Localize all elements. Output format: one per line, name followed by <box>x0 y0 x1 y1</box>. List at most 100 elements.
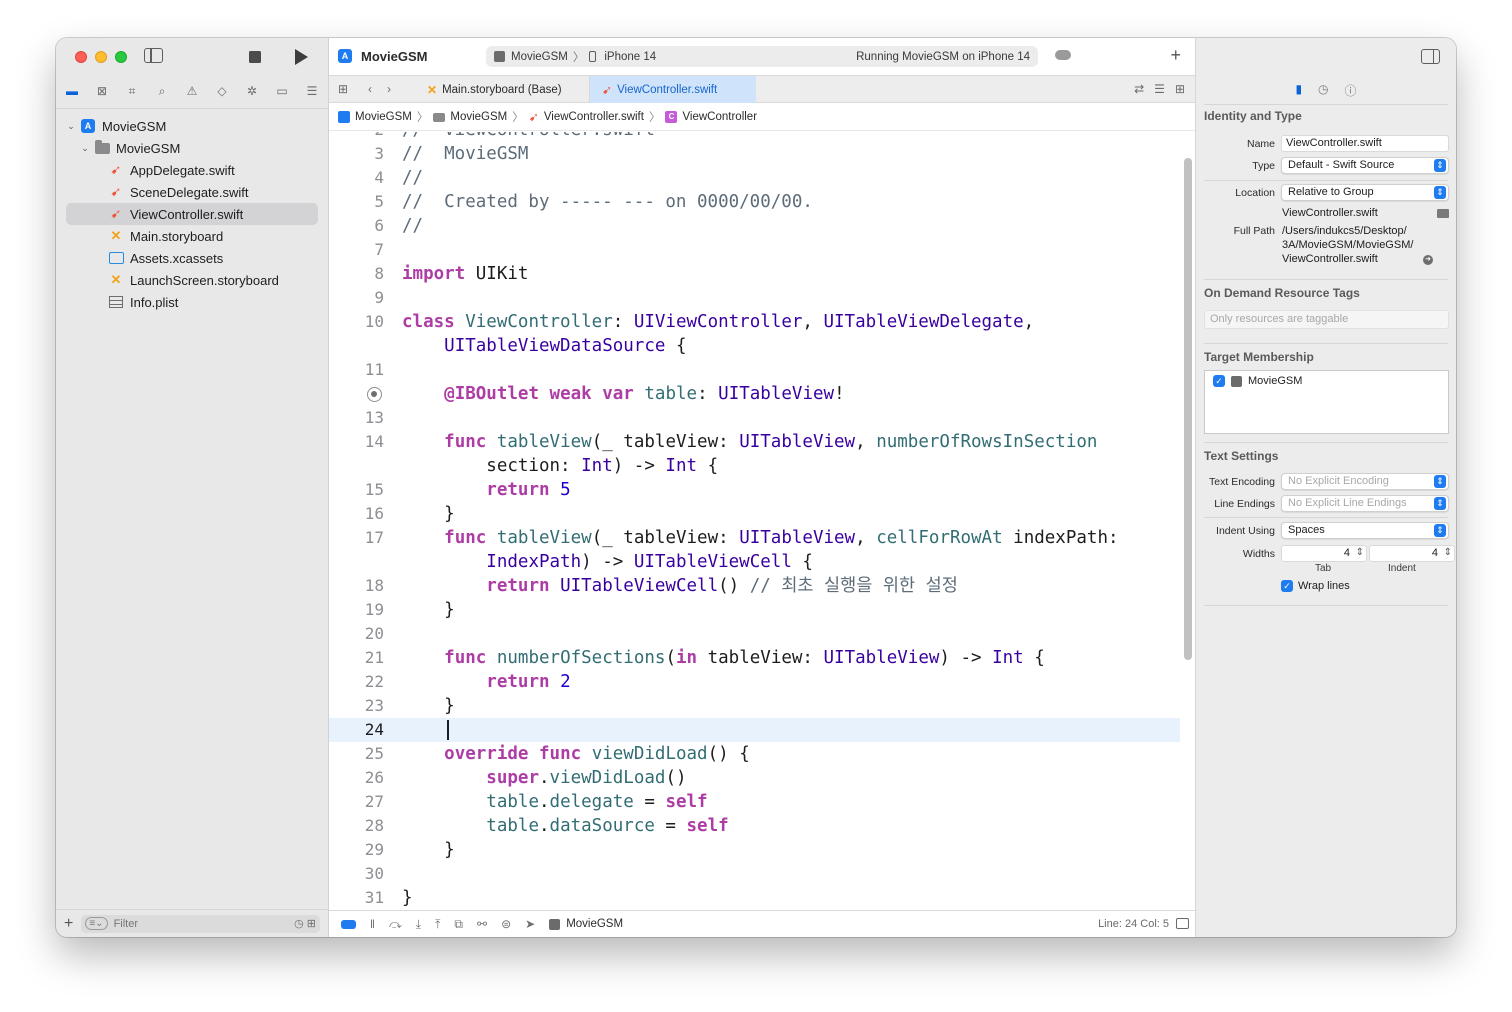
quick-help-icon[interactable]: ⓘ <box>1345 82 1357 99</box>
line-endings-popup[interactable]: No Explicit Line Endings <box>1281 495 1449 512</box>
run-button[interactable] <box>295 49 308 65</box>
breakpoint-navigator-icon[interactable]: ▭ <box>274 83 290 99</box>
tree-item-appdelegate[interactable]: ➹ AppDelegate.swift <box>66 159 318 181</box>
jump-bar-item[interactable]: ViewController.swift <box>544 111 644 123</box>
code-line[interactable]: 4 // <box>329 166 1180 190</box>
tree-item-launchscreen[interactable]: ✕ LaunchScreen.storyboard <box>66 269 318 291</box>
forward-icon[interactable]: › <box>387 82 391 96</box>
filter-field[interactable]: ≡⌄ ◷ ⊞ <box>81 914 320 933</box>
code-line[interactable]: 13 <box>329 406 1180 430</box>
filter-options-icon[interactable]: ≡⌄ <box>85 917 108 930</box>
zoom-button[interactable] <box>115 51 127 63</box>
tab-width-stepper[interactable]: 4 <box>1281 545 1367 562</box>
debug-area-toggle-icon[interactable] <box>341 919 356 929</box>
chevron-down-icon[interactable]: ⌄ <box>66 121 76 132</box>
vertical-scrollbar[interactable] <box>1184 158 1192 660</box>
code-line[interactable]: 27 table.delegate = self <box>329 790 1180 814</box>
code-line[interactable]: 28 table.dataSource = self <box>329 814 1180 838</box>
tree-item-scenedelegate[interactable]: ➹ SceneDelegate.swift <box>66 181 318 203</box>
type-popup[interactable]: Default - Swift Source <box>1281 157 1449 174</box>
code-line[interactable]: 30 <box>329 862 1180 886</box>
resource-tags-field[interactable]: Only resources are taggable <box>1204 310 1449 329</box>
tree-item-folder[interactable]: ⌄ MovieGSM <box>66 137 318 159</box>
code-line[interactable]: @IBOutlet weak var table: UITableView! <box>329 382 1180 406</box>
device-selector[interactable]: iPhone 14 <box>604 51 656 63</box>
wrap-lines-row[interactable]: ✓ Wrap lines <box>1281 580 1350 592</box>
issue-navigator-icon[interactable]: ⚠ <box>184 83 200 99</box>
step-into-icon[interactable]: ⤓ <box>416 917 421 932</box>
code-line[interactable]: 16 } <box>329 502 1180 526</box>
activity-view[interactable]: MovieGSM 〉 iPhone 14 Running MovieGSM on… <box>486 46 1038 67</box>
chevron-down-icon[interactable]: ⌄ <box>80 143 90 154</box>
debug-navigator-icon[interactable]: ✲ <box>244 83 260 99</box>
code-line[interactable]: 26 super.viewDidLoad() <box>329 766 1180 790</box>
folder-icon[interactable] <box>1437 209 1449 218</box>
code-line[interactable]: 19 } <box>329 598 1180 622</box>
recent-files-icon[interactable]: ◷ ⊞ <box>294 917 316 930</box>
target-row[interactable]: ✓ MovieGSM <box>1213 375 1302 387</box>
memory-graph-icon[interactable]: ⚯ <box>477 917 487 931</box>
plus-icon[interactable]: + <box>1170 45 1181 66</box>
jump-bar-item[interactable]: ViewController <box>682 111 757 123</box>
console-toggle-icon[interactable] <box>1176 918 1189 929</box>
history-inspector-icon[interactable]: ◷ <box>1318 82 1328 99</box>
editor-options-icon[interactable]: ☰ <box>1154 82 1165 96</box>
report-navigator-icon[interactable]: ☰ <box>304 83 320 99</box>
location-popup[interactable]: Relative to Group <box>1281 184 1449 201</box>
code-line[interactable]: 29 } <box>329 838 1180 862</box>
navigator-toggle-icon[interactable] <box>144 48 163 63</box>
code-line[interactable]: 10 class ViewController: UIViewController… <box>329 310 1180 334</box>
source-editor[interactable]: 2// ViewController.swift3// MovieGSM4//5… <box>329 132 1180 910</box>
target-checkbox[interactable]: ✓ <box>1213 375 1225 387</box>
wrap-lines-checkbox[interactable]: ✓ <box>1281 580 1293 592</box>
code-line[interactable]: 17 func tableView(_ tableView: UITableVi… <box>329 526 1180 550</box>
step-over-icon[interactable]: ⤼ <box>389 917 402 932</box>
tree-item-viewcontroller[interactable]: ➹ ViewController.swift <box>66 203 318 225</box>
tree-item-infoplist[interactable]: Info.plist <box>66 291 318 313</box>
tab-main-storyboard[interactable]: ✕ Main.storyboard (Base) <box>415 76 590 103</box>
indent-popup[interactable]: Spaces <box>1281 522 1449 539</box>
minimize-button[interactable] <box>95 51 107 63</box>
filter-input[interactable] <box>113 917 289 930</box>
location-icon[interactable]: ➤ <box>525 917 535 931</box>
back-icon[interactable]: ‹ <box>368 82 372 96</box>
close-button[interactable] <box>75 51 87 63</box>
code-line[interactable]: 7 <box>329 238 1180 262</box>
code-line[interactable]: 5 // Created by ----- --- on 0000/00/00. <box>329 190 1180 214</box>
view-hierarchy-icon[interactable]: ⧉ <box>454 917 463 932</box>
tree-item-main-storyboard[interactable]: ✕ Main.storyboard <box>66 225 318 247</box>
jump-bar-item[interactable]: MovieGSM <box>355 111 412 123</box>
name-field[interactable]: ViewController.swift <box>1281 135 1449 152</box>
tree-item-project[interactable]: ⌄ A MovieGSM <box>66 115 318 137</box>
tree-item-assets[interactable]: Assets.xcassets <box>66 247 318 269</box>
code-line[interactable]: 21 func numberOfSections(in tableView: U… <box>329 646 1180 670</box>
debug-scheme[interactable]: MovieGSM <box>549 918 623 930</box>
code-line[interactable]: 20 <box>329 622 1180 646</box>
find-navigator-icon[interactable]: ⌕ <box>154 83 170 99</box>
cloud-icon[interactable] <box>1055 50 1071 60</box>
code-line[interactable]: 25 override func viewDidLoad() { <box>329 742 1180 766</box>
grid-icon[interactable]: ⊞ <box>338 82 348 96</box>
code-line[interactable]: 9 <box>329 286 1180 310</box>
code-line[interactable]: 23 } <box>329 694 1180 718</box>
environment-overrides-icon[interactable]: ⊜ <box>501 917 511 931</box>
stop-button[interactable] <box>249 51 261 63</box>
scheme-selector[interactable]: MovieGSM <box>511 51 568 63</box>
code-line[interactable]: 8 import UIKit <box>329 262 1180 286</box>
test-navigator-icon[interactable]: ◇ <box>214 83 230 99</box>
split-editor-icon[interactable]: ⊞ <box>1175 82 1185 96</box>
breakpoint-outlet-icon[interactable] <box>367 387 382 402</box>
add-file-button[interactable]: + <box>64 915 73 933</box>
inspector-toggle-icon[interactable] <box>1421 49 1440 64</box>
encoding-popup[interactable]: No Explicit Encoding <box>1281 473 1449 490</box>
jump-bar-item[interactable]: MovieGSM <box>450 111 507 123</box>
source-control-navigator-icon[interactable]: ⊠ <box>94 83 110 99</box>
code-line[interactable]: 11 <box>329 358 1180 382</box>
code-line[interactable]: 31} <box>329 886 1180 910</box>
code-line[interactable]: 18 return UITableViewCell() // 최초 실행을 위한… <box>329 574 1180 598</box>
related-items-icon[interactable]: ⇄ <box>1134 82 1144 96</box>
project-navigator-icon[interactable]: ▬ <box>64 83 80 99</box>
code-line[interactable]: UITableViewDataSource { <box>329 334 1180 358</box>
reveal-arrow-icon[interactable]: ➜ <box>1423 255 1433 265</box>
step-out-icon[interactable]: ⤒ <box>435 917 440 932</box>
